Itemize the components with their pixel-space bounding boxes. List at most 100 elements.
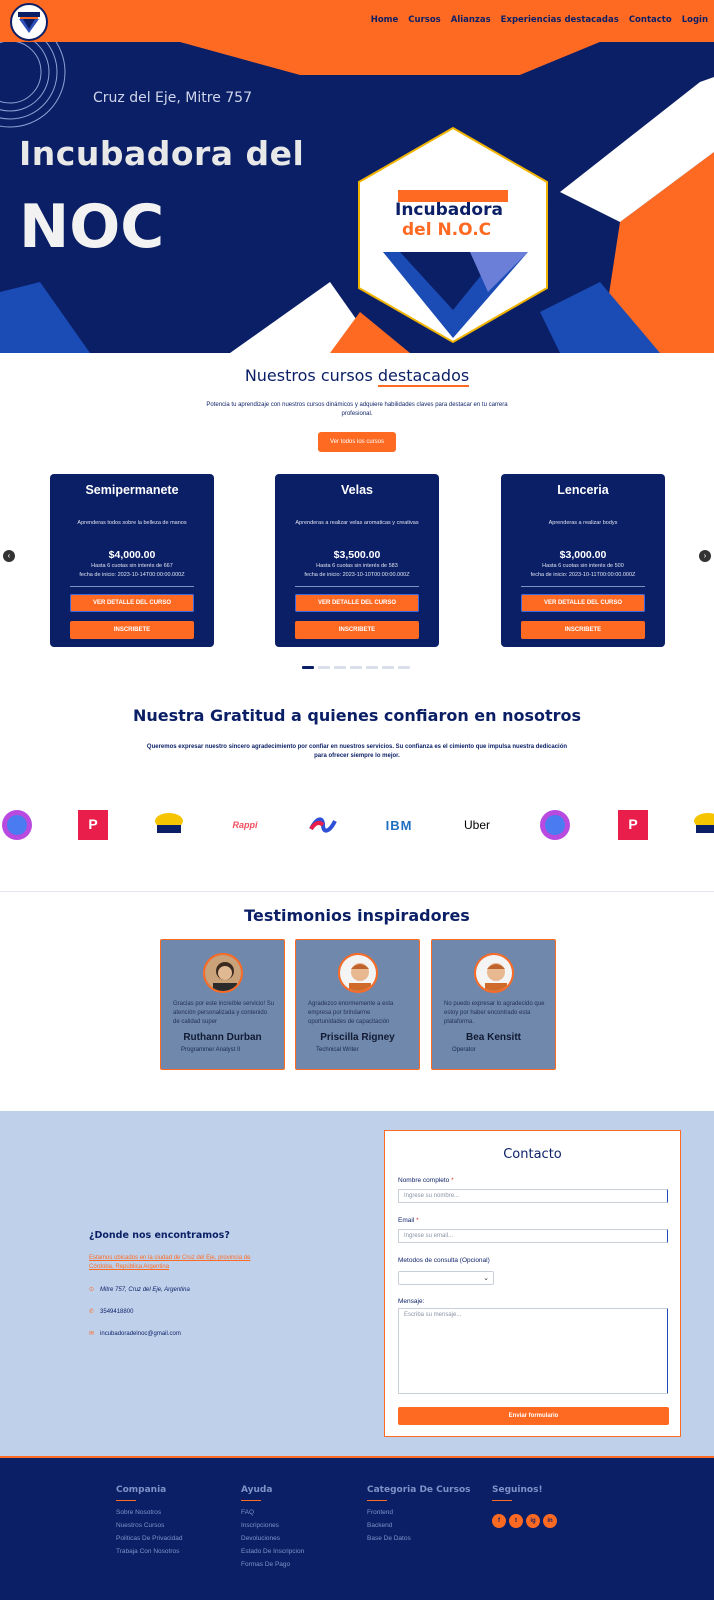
location-phone-row: ✆ 3549418800 [89,1308,133,1315]
course-detail-button[interactable]: VER DETALLE DEL CURSO [70,594,194,612]
carousel-dot[interactable] [366,666,378,669]
carousel-dot[interactable] [318,666,330,669]
brand-logo-ibm: IBM [385,817,413,833]
hero-banner: Incubadora del N.O.C Cruz del Eje, Mitre… [0,42,714,353]
name-input[interactable]: Ingrese su nombre... [398,1189,668,1203]
testimonial-card: Agradezco enormemente a esta empresa por… [295,939,420,1070]
course-card: Semipermanete Aprenderas todos sobre la … [50,474,214,647]
instagram-icon[interactable]: ig [526,1514,540,1528]
testimonial-name: Bea Kensitt [465,1032,521,1043]
carousel-dot[interactable] [334,666,346,669]
email-label-text: Email [398,1217,415,1224]
footer-link[interactable]: Estado De Inscripcion [241,1548,304,1555]
footer-col-social: Seguinos! f t ig in [492,1485,560,1528]
footer-link[interactable]: Frontend [367,1509,471,1516]
facebook-icon[interactable]: f [492,1514,506,1528]
gratitude-text: Queremos expresar nuestro sincero agrade… [146,744,568,759]
testimonial-role: Technical Writer [316,1047,359,1053]
course-date: fecha de inicio: 2023-10-11T00:00:00.000… [530,572,636,578]
course-detail-button[interactable]: VER DETALLE DEL CURSO [295,594,419,612]
carousel-dot[interactable] [302,666,314,669]
footer-link[interactable]: Backend [367,1522,471,1529]
courses-title: Nuestros cursos destacados [0,366,714,387]
testimonial-text: No puedo expresar lo agradecido que esto… [444,1001,545,1025]
method-select[interactable]: ⌄ [398,1271,494,1285]
twitter-icon[interactable]: t [509,1514,523,1528]
course-enroll-button[interactable]: INSCRIBETE [70,621,194,639]
brand-logo-circle [0,810,34,840]
course-card: Velas Aprenderas a realizar velas aromat… [275,474,439,647]
chevron-right-icon[interactable]: › [699,550,711,562]
message-textarea[interactable]: Escriba su mensaje... [398,1308,668,1394]
course-plan: Hasta 6 cuotas sin interés de 583 [316,563,398,569]
footer-col-categorias: Categoria De Cursos Frontend Backend Bas… [367,1485,471,1548]
footer-underline [241,1500,261,1501]
linkedin-icon[interactable]: in [543,1514,557,1528]
hero-title-line1: Incubadora del [19,134,305,173]
footer-col-title: Ayuda [241,1485,273,1495]
required-mark: * [451,1177,454,1184]
brand-logo-badge [152,810,186,840]
testimonial-card: Gracias por este increíble servicio! Su … [160,939,285,1070]
hero-title-line2: NOC [19,192,165,262]
course-name: Velas [341,483,373,497]
course-price: $3,000.00 [559,549,607,561]
footer-link[interactable]: Trabaja Con Nosotros [116,1548,182,1555]
location-text[interactable]: Estamos ubicados en la ciudad de Cruz de… [89,1254,269,1272]
name-label-text: Nombre completo [398,1177,450,1184]
email-input[interactable]: Ingrese su email... [398,1229,668,1243]
email-label: Email * [398,1217,419,1224]
nav-home[interactable]: Home [371,15,399,25]
site-logo[interactable] [10,3,48,41]
nav-cursos[interactable]: Cursos [408,15,440,25]
email-text: incubadoradelnoc@gmail.com [100,1331,181,1337]
nav-login[interactable]: Login [682,15,708,25]
brand-logo-rappi: Rappi [232,820,258,830]
footer-link[interactable]: Inscripciones [241,1522,304,1529]
course-detail-button[interactable]: VER DETALLE DEL CURSO [521,594,645,612]
submit-button[interactable]: Enviar formulario [398,1407,669,1425]
course-price: $4,000.00 [108,549,156,561]
chevron-left-icon[interactable]: ‹ [3,550,15,562]
footer-link[interactable]: Base De Datos [367,1535,471,1542]
footer-link[interactable]: Devoluciones [241,1535,304,1542]
course-date: fecha de inicio: 2023-10-10T00:00:00.000… [304,572,410,578]
divider [521,586,645,587]
testimonial-text: Agradezco enormemente a esta empresa por… [308,1001,394,1025]
footer-underline [367,1500,387,1501]
contact-title: Contacto [503,1147,562,1162]
nav-contacto[interactable]: Contacto [629,15,672,25]
testimonial-role: Operator [452,1047,476,1053]
footer-link[interactable]: Formas De Pago [241,1561,304,1568]
carousel-dot[interactable] [382,666,394,669]
top-navbar: Home Cursos Alianzas Experiencias destac… [0,0,714,42]
course-date: fecha de inicio: 2023-10-14T00:00:00.000… [79,572,185,578]
footer-link[interactable]: Nuestros Cursos [116,1522,182,1529]
course-enroll-button[interactable]: INSCRIBETE [521,621,645,639]
required-mark: * [416,1217,419,1224]
footer-link[interactable]: Sobre Nosotros [116,1509,182,1516]
course-name: Lenceria [557,483,609,497]
footer-col-title: Seguinos! [492,1485,543,1495]
brand-logo-uber: Uber [463,818,490,832]
course-desc: Aprenderas todos sobre la belleza de man… [77,520,187,526]
brand-logo-badge [692,810,714,840]
message-label: Mensaje: [398,1298,425,1305]
hero-address: Cruz del Eje, Mitre 757 [93,90,252,106]
testimonial-text: Gracias por este increíble servicio! Su … [173,1001,275,1025]
carousel-dot[interactable] [350,666,362,669]
footer-link[interactable]: Politicas De Privacidad [116,1535,182,1542]
footer-col-compania: Compania Sobre Nosotros Nuestros Cursos … [116,1485,182,1561]
nav-experiencias[interactable]: Experiencias destacadas [501,15,619,25]
footer-link[interactable]: FAQ [241,1509,304,1516]
course-enroll-button[interactable]: INSCRIBETE [295,621,419,639]
footer: Compania Sobre Nosotros Nuestros Cursos … [0,1456,714,1600]
nav-alianzas[interactable]: Alianzas [451,15,491,25]
view-all-courses-button[interactable]: Ver todos los cursos [318,432,396,452]
section-divider [0,891,714,892]
footer-underline [492,1500,512,1501]
footer-col-ayuda: Ayuda FAQ Inscripciones Devoluciones Est… [241,1485,304,1574]
carousel-dot[interactable] [398,666,410,669]
courses-title-b: destacados [377,366,470,387]
location-email-row: ✉ incubadoradelnoc@gmail.com [89,1330,181,1337]
